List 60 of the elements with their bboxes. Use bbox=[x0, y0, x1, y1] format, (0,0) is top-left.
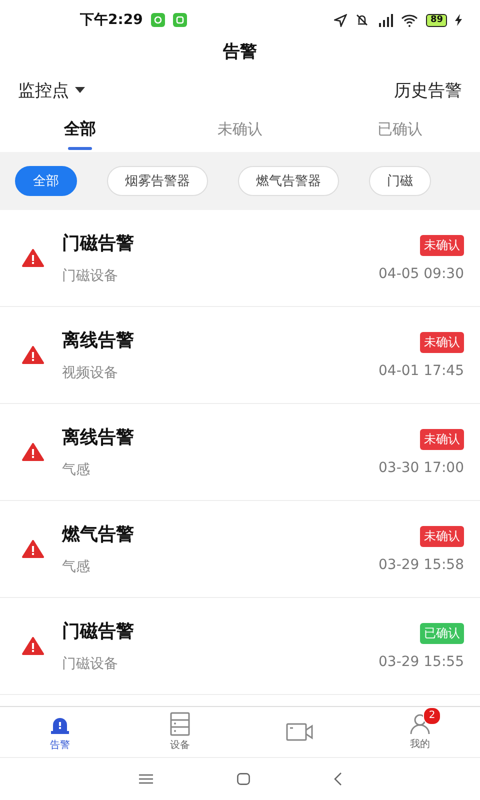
alarm-time: 03-29 15:58 bbox=[378, 556, 464, 572]
charging-icon bbox=[455, 14, 462, 26]
wifi-icon bbox=[401, 14, 418, 26]
alarm-item[interactable]: 离线告警 视频设备 未确认 04-01 17:45 bbox=[0, 307, 480, 404]
status-tag: 未确认 bbox=[420, 332, 464, 352]
filter-chip[interactable]: 烟雾告警器 bbox=[107, 166, 208, 196]
status-tag: 未确认 bbox=[420, 526, 464, 546]
history-alarm-link[interactable]: 历史告警 bbox=[394, 78, 462, 102]
device-name: 门磁设备 bbox=[62, 655, 119, 673]
back-icon[interactable] bbox=[334, 772, 342, 786]
status-tag: 已确认 bbox=[420, 622, 464, 644]
mute-icon bbox=[355, 13, 370, 27]
person-icon bbox=[409, 713, 431, 735]
tab[interactable]: 全部 bbox=[0, 112, 160, 152]
nav-tab[interactable]: 告警 bbox=[0, 707, 120, 757]
app-icon bbox=[150, 13, 165, 27]
camera-icon bbox=[286, 722, 314, 742]
notification-badge: 2 bbox=[423, 707, 441, 725]
status-tag: 未确认 bbox=[420, 234, 464, 256]
warning-icon bbox=[22, 346, 44, 364]
alarm-title: 门磁告警 bbox=[62, 620, 135, 643]
alarm-title: 门磁告警 bbox=[62, 232, 135, 255]
filter-chip[interactable]: 燃气告警器 bbox=[238, 166, 339, 196]
tab[interactable]: 未确认 bbox=[160, 112, 320, 152]
monitor-point-dropdown[interactable]: 监控点 bbox=[18, 78, 85, 102]
menu-icon[interactable] bbox=[138, 774, 152, 784]
app-icon bbox=[172, 13, 187, 27]
warning-icon bbox=[22, 540, 44, 558]
device-name: 气感 bbox=[62, 558, 91, 576]
battery-level: 89 bbox=[426, 14, 447, 26]
warning-icon bbox=[22, 637, 44, 655]
signal-icon bbox=[377, 14, 394, 26]
location-icon bbox=[334, 14, 348, 26]
tab[interactable]: 已确认 bbox=[320, 112, 480, 152]
alarm-title: 离线告警 bbox=[62, 426, 135, 449]
alarm-title: 燃气告警 bbox=[62, 523, 135, 546]
status-time: 下午2:29 bbox=[80, 11, 143, 29]
caret-icon bbox=[75, 87, 85, 93]
device-name: 视频设备 bbox=[62, 364, 119, 382]
alarm-time: 04-01 17:45 bbox=[378, 362, 464, 378]
nav-tab[interactable]: 2 我的 bbox=[360, 707, 480, 757]
alarm-item[interactable]: 离线告警 气感 未确认 03-30 17:00 bbox=[0, 404, 480, 501]
warning-icon bbox=[22, 443, 44, 461]
alarm-item[interactable]: 燃气告警 气感 未确认 03-29 15:58 bbox=[0, 501, 480, 598]
warning-icon bbox=[22, 249, 44, 267]
device-name: 气感 bbox=[62, 461, 91, 479]
status-tag: 未确认 bbox=[420, 428, 464, 450]
server-icon bbox=[169, 712, 191, 736]
alarm-title: 离线告警 bbox=[62, 329, 135, 352]
alarm-time: 03-30 17:00 bbox=[378, 460, 464, 476]
nav-tab[interactable]: 设备 bbox=[120, 707, 240, 757]
filter-chip[interactable]: 门磁 bbox=[369, 166, 431, 196]
device-name: 门磁设备 bbox=[62, 267, 119, 285]
page-title: 告警 bbox=[222, 41, 258, 64]
alarm-item[interactable]: 门磁告警 门磁设备 已确认 03-29 15:55 bbox=[0, 598, 480, 695]
filter-chip[interactable]: 全部 bbox=[15, 166, 77, 196]
home-icon[interactable] bbox=[236, 773, 250, 785]
alarm-item[interactable]: 门磁告警 门磁设备 未确认 04-05 09:30 bbox=[0, 210, 480, 307]
alarm-time: 03-29 15:55 bbox=[378, 654, 464, 670]
alarm-time: 04-05 09:30 bbox=[378, 266, 464, 282]
